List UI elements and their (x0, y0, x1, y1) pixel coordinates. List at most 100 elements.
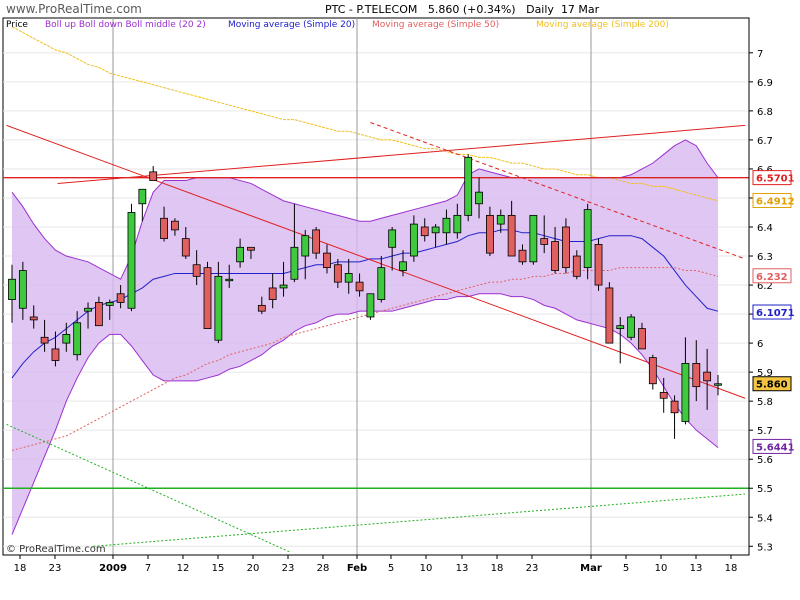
x-tick-label: 18 (725, 563, 738, 574)
x-tick-label: 5 (388, 563, 394, 574)
candle-body (442, 217, 451, 234)
candle-body (703, 371, 712, 382)
candle-body (51, 348, 60, 361)
x-tick-label: 28 (317, 563, 330, 574)
y-tick-label: 6.9 (757, 78, 773, 89)
candle-body (594, 244, 603, 286)
candle-body (214, 275, 223, 341)
candle (203, 261, 212, 329)
candle-body (84, 307, 92, 312)
candle-body (670, 400, 679, 414)
candle-body (638, 328, 646, 350)
candle-body (627, 316, 636, 338)
candle-body (659, 392, 668, 399)
candle-body (507, 214, 516, 257)
candle-body (247, 246, 255, 251)
x-tick-label: 18 (14, 563, 27, 574)
candle (366, 293, 375, 320)
candle-body (40, 336, 49, 344)
candle-body (323, 252, 331, 269)
y-tick-label: 6.3 (757, 252, 773, 263)
candle-body (73, 322, 82, 356)
x-tick-label: 12 (177, 563, 190, 574)
candle-body (290, 246, 299, 280)
legend-item: Moving average (Simple 20) (228, 20, 355, 30)
candle-body (268, 287, 277, 300)
candle-body (279, 284, 288, 289)
x-tick-label: Feb (347, 563, 367, 574)
value-label-text: 5.860 (756, 380, 788, 391)
value-label-text: 6.4912 (756, 197, 795, 208)
candle-body (203, 267, 212, 329)
x-tick-label: 23 (49, 563, 62, 574)
price-chart[interactable]: Price Boll up Boll down Boll middle (20 2… (0, 0, 800, 600)
candle-body (18, 270, 27, 309)
copyright-label: © ProRealTime.com (6, 544, 106, 555)
x-tick-label: 20 (247, 563, 260, 574)
x-tick-label: 13 (456, 563, 469, 574)
candle-body (8, 278, 16, 300)
candle-body (562, 226, 570, 269)
candle-body (431, 226, 440, 234)
candle-body (312, 229, 321, 254)
value-labels: 6.5701 6.4912 6.232 6.1071 5.860 5.6441 (752, 170, 795, 454)
x-tick-label: 7 (145, 563, 151, 574)
y-tick-label: 5.7 (757, 426, 773, 437)
x-tick-label: 2009 (99, 563, 127, 574)
candle-body (692, 363, 701, 388)
candle (127, 203, 136, 312)
candle-body (420, 226, 429, 237)
candle-body (192, 264, 201, 277)
value-label: 6.5701 (752, 170, 795, 186)
y-tick-label: 7 (757, 49, 763, 60)
candle-body (486, 214, 494, 254)
candle-body (475, 191, 483, 205)
candle-body (149, 171, 158, 181)
candle-body (540, 238, 549, 245)
value-label-text: 5.6441 (756, 442, 795, 453)
candle (583, 203, 592, 280)
legend-item: Boll up Boll down Boll middle (20 2) (45, 20, 206, 30)
candle-body (127, 212, 136, 309)
value-label: 5.6441 (752, 438, 795, 454)
x-tick-label: 15 (212, 563, 225, 574)
y-axis: 76.96.86.76.66.56.46.36.26.165.95.85.75.… (748, 18, 773, 555)
x-tick-label: Mar (580, 563, 602, 574)
candle-body (94, 302, 103, 327)
candle-body (714, 383, 722, 386)
value-label-text: 6.5701 (756, 174, 795, 185)
legend-item: Price (6, 20, 28, 30)
x-tick-label: 23 (526, 563, 539, 574)
candle (594, 238, 603, 291)
x-tick-label: 13 (690, 563, 703, 574)
value-label: 5.860 (752, 376, 792, 392)
candle-body (62, 333, 71, 344)
y-tick-label: 6 (757, 339, 763, 350)
candle (464, 154, 473, 222)
x-tick-label: 10 (655, 563, 668, 574)
candle-body (399, 261, 407, 271)
candle-body (116, 293, 125, 303)
x-tick-label: 18 (491, 563, 504, 574)
candle-body (648, 357, 657, 385)
candle-body (583, 209, 592, 269)
candle-body (138, 188, 147, 205)
y-tick-label: 6.8 (757, 107, 773, 118)
candle-body (616, 325, 625, 329)
candle-body (388, 229, 397, 248)
x-tick-label: 23 (282, 563, 295, 574)
candle-body (572, 255, 581, 277)
candle-body (464, 156, 473, 216)
value-label: 6.4912 (752, 193, 795, 209)
y-tick-label: 5.5 (757, 484, 773, 495)
candle-body (605, 287, 614, 344)
x-tick-label: 10 (420, 563, 433, 574)
value-label-text: 6.1071 (756, 308, 795, 319)
candle-body (377, 267, 386, 300)
candle (529, 214, 538, 265)
value-label: 6.232 (752, 268, 792, 284)
candle-body (518, 249, 527, 263)
y-tick-label: 5.4 (757, 513, 773, 524)
legend-item: Moving average (Simple 50) (372, 20, 499, 30)
x-axis: 18 23 2009 7 12 15 20 23 28 Feb 5 10 13 18 23 Mar 5 10 13 1… (3, 554, 749, 574)
